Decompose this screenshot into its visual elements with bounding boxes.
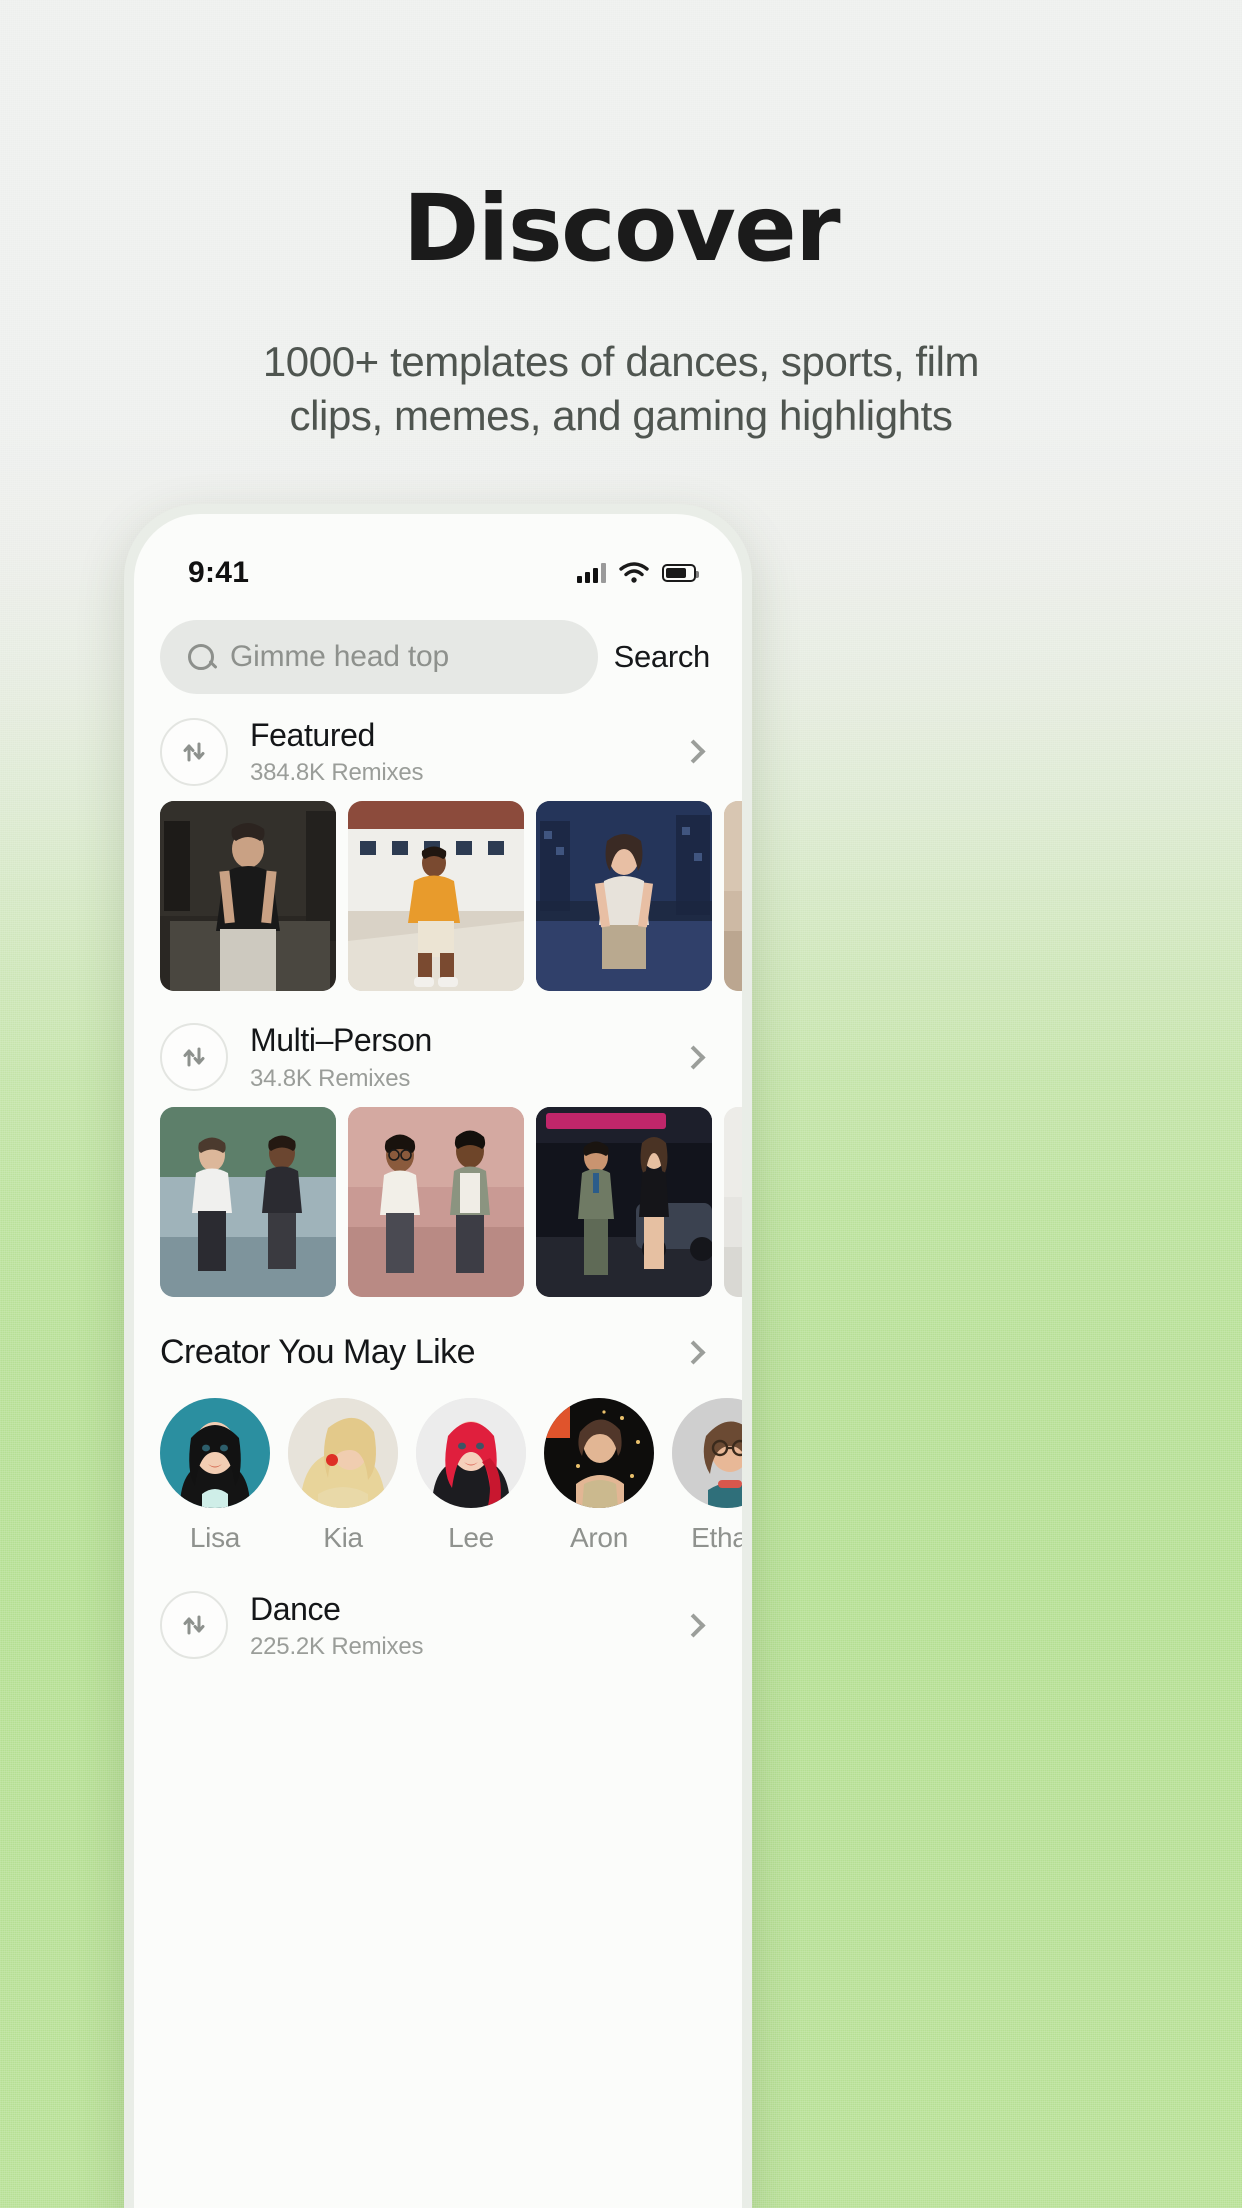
creator-item[interactable]: Kia — [288, 1397, 398, 1554]
creator-item[interactable]: Ethan — [672, 1397, 742, 1554]
thumbnail-card[interactable] — [348, 801, 524, 992]
search-placeholder: Gimme head top — [230, 640, 449, 673]
battery-icon — [662, 564, 699, 582]
chevron-right-icon[interactable] — [681, 1340, 706, 1365]
avatar — [160, 1397, 270, 1508]
thumbnail-card[interactable] — [536, 801, 712, 992]
chevron-right-icon[interactable] — [681, 1045, 706, 1070]
section-text-multi-person: Multi–Person 34.8K Remixes — [250, 1021, 685, 1092]
section-header-dance[interactable]: Dance 225.2K Remixes — [134, 1554, 742, 1675]
search-row: Gimme head top Search — [134, 606, 742, 694]
avatar — [416, 1397, 526, 1508]
phone-mockup-frame: 9:41 Gimme head top Search Featured 384.… — [124, 504, 752, 2208]
cellular-signal-icon — [577, 563, 606, 583]
section-title: Multi–Person — [250, 1022, 432, 1059]
section-subtitle: 34.8K Remixes — [250, 1064, 411, 1092]
section-title: Featured — [250, 717, 375, 753]
remix-swap-icon — [160, 717, 228, 786]
creator-strip[interactable]: Lisa Kia Lee Aron Etha — [134, 1372, 742, 1554]
thumbnail-card[interactable] — [348, 1106, 524, 1297]
chevron-right-icon[interactable] — [681, 1613, 706, 1638]
avatar — [288, 1397, 398, 1508]
creator-name: Kia — [323, 1521, 363, 1553]
thumbnail-strip-multi-person[interactable] — [134, 1106, 742, 1297]
section-text-featured: Featured 384.8K Remixes — [250, 716, 685, 787]
section-subtitle: 225.2K Remixes — [250, 1633, 424, 1661]
phone-screen: 9:41 Gimme head top Search Featured 384.… — [134, 514, 742, 2208]
thumbnail-card[interactable] — [724, 801, 742, 992]
page-subtitle: 1000+ templates of dances, sports, film … — [262, 338, 980, 439]
creator-name: Aron — [570, 1521, 628, 1553]
hero-section: Discover 1000+ templates of dances, spor… — [0, 0, 1242, 443]
creator-item[interactable]: Lisa — [160, 1397, 270, 1554]
page-title: Discover — [402, 175, 841, 282]
creator-name: Lisa — [189, 1521, 241, 1553]
section-title: Dance — [250, 1590, 341, 1627]
status-icons — [577, 562, 699, 584]
thumbnail-card[interactable] — [160, 1106, 336, 1297]
status-bar: 9:41 — [134, 514, 742, 606]
creator-section-title: Creator You May Like — [160, 1332, 476, 1371]
search-icon — [188, 644, 214, 670]
wifi-icon — [619, 562, 649, 583]
remix-swap-icon — [160, 1591, 228, 1660]
avatar — [544, 1397, 654, 1508]
thumbnail-card[interactable] — [536, 1106, 712, 1297]
remix-swap-icon — [160, 1023, 228, 1092]
avatar — [672, 1397, 742, 1508]
section-subtitle: 384.8K Remixes — [250, 759, 424, 787]
search-input[interactable]: Gimme head top — [160, 620, 598, 694]
thumbnail-card[interactable] — [160, 801, 336, 992]
section-header-multi-person[interactable]: Multi–Person 34.8K Remixes — [134, 991, 742, 1106]
section-text-dance: Dance 225.2K Remixes — [250, 1590, 685, 1661]
thumbnail-strip-featured[interactable] — [134, 801, 742, 992]
creator-section-header[interactable]: Creator You May Like — [134, 1297, 742, 1372]
creator-name: Ethan — [691, 1521, 742, 1553]
thumbnail-card[interactable] — [724, 1106, 742, 1297]
chevron-right-icon[interactable] — [681, 739, 706, 764]
creator-name: Lee — [448, 1521, 494, 1553]
creator-item[interactable]: Lee — [416, 1397, 526, 1554]
creator-item[interactable]: Aron — [544, 1397, 654, 1554]
status-time: 9:41 — [188, 556, 250, 589]
section-header-featured[interactable]: Featured 384.8K Remixes — [134, 694, 742, 801]
search-button[interactable]: Search — [614, 639, 716, 675]
